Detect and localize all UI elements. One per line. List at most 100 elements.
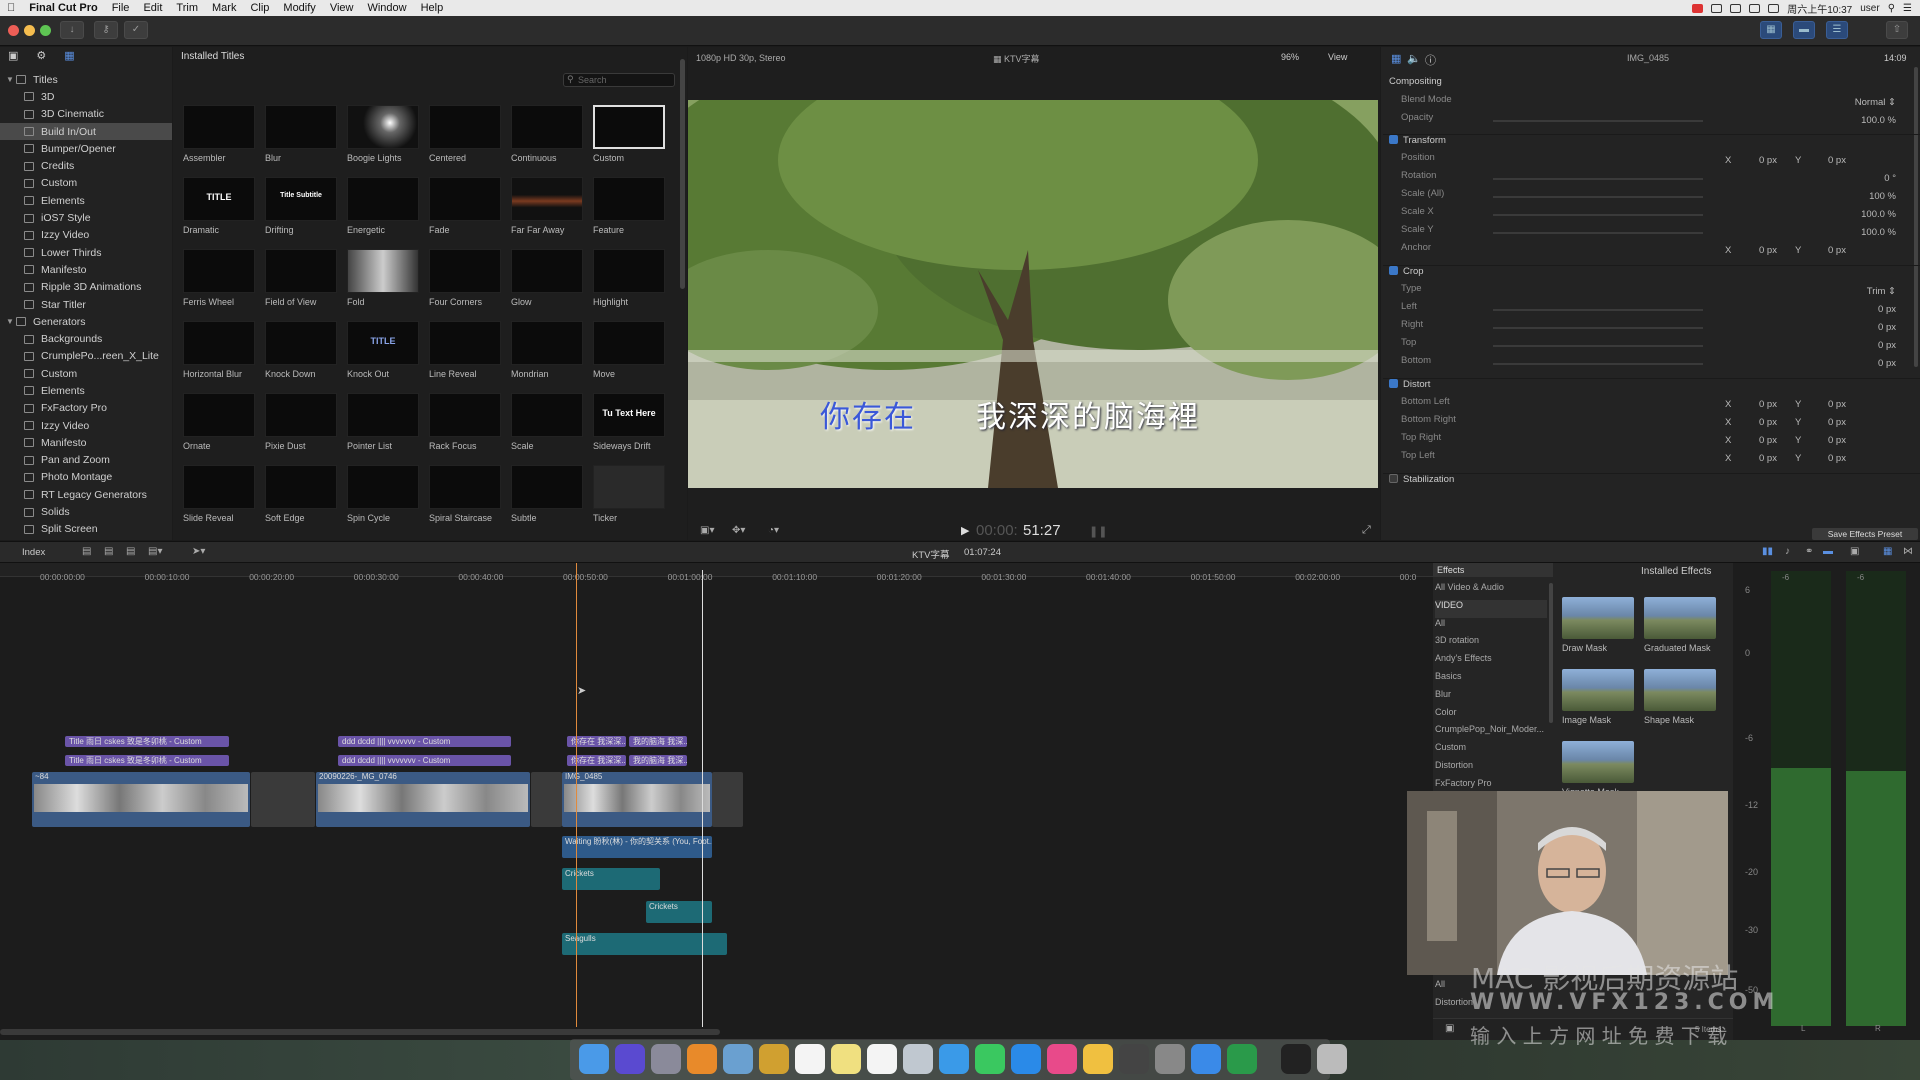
sidebar-item[interactable]: Star Titler [0, 296, 172, 313]
title-clip[interactable]: 我的脑海 我深... [629, 736, 687, 747]
notification-icon[interactable]: ☰ [1903, 3, 1912, 14]
effect-thumbnail[interactable] [1562, 597, 1634, 639]
title-thumbnail[interactable] [593, 321, 665, 365]
inspector-slider[interactable] [1493, 196, 1703, 198]
effects-category[interactable]: VIDEO [1435, 599, 1547, 618]
sidebar-group[interactable]: ▼ Generators [0, 313, 172, 330]
titles-generators-icon[interactable]: ▦ [64, 49, 74, 62]
sidebar-item[interactable]: Build In/Out [0, 122, 172, 141]
select-tool-icon[interactable]: ➤▾ [192, 546, 205, 557]
inspector-section[interactable]: Compositing [1383, 76, 1920, 94]
inspector-value[interactable]: Normal ⇕ [1855, 97, 1896, 108]
menu-mark[interactable]: Mark [205, 2, 243, 14]
transform-tool-icon[interactable]: ✥▾ [732, 525, 745, 536]
effects-category[interactable]: All [1435, 979, 1445, 997]
inspector-row[interactable]: Type Trim ⇕ [1383, 283, 1920, 301]
sidebar-item[interactable]: Lower Thirds [0, 244, 172, 261]
enhance-icon[interactable]: ◔▾ [768, 525, 779, 536]
spotlight-icon[interactable]: ⚲ [1888, 3, 1895, 14]
title-thumbnail[interactable] [593, 177, 665, 221]
sidebar-item[interactable]: RT Legacy Generators [0, 486, 172, 503]
effects-category[interactable]: All Video & Audio [1435, 582, 1547, 600]
section-checkbox[interactable] [1389, 135, 1398, 144]
title-thumbnail[interactable] [183, 249, 255, 293]
overwrite-clip-icon[interactable]: ▤▾ [148, 546, 162, 557]
minimize-window-icon[interactable] [24, 25, 35, 36]
inspector-row[interactable]: Anchor X 0 px Y 0 px [1383, 242, 1920, 260]
headphones-icon[interactable]: ⚭ [1805, 546, 1813, 557]
transitions-browser-icon[interactable]: ⋈ [1903, 546, 1913, 557]
audio-inspector-icon[interactable]: 🔈 [1407, 52, 1421, 65]
import-icon[interactable]: ↓ [60, 21, 84, 39]
inspector-value[interactable]: 0 px [1878, 304, 1896, 315]
inspector-value[interactable]: 100.0 % [1861, 115, 1896, 126]
sidebar-item[interactable]: Backgrounds [0, 330, 172, 347]
append-clip-icon[interactable]: ▤ [126, 546, 135, 557]
view-options-icon[interactable]: ▣▾ [700, 525, 714, 536]
sidebar-item[interactable]: Solids [0, 503, 172, 520]
sidebar-item[interactable]: Manifesto [0, 261, 172, 278]
gap-clip[interactable] [712, 772, 743, 827]
title-clip[interactable]: 我的脑海 我深... [629, 755, 687, 766]
effects-category[interactable]: Andy's Effects [1435, 653, 1547, 671]
title-thumbnail[interactable] [511, 465, 583, 509]
video-clip[interactable]: ~84 [32, 772, 250, 827]
title-thumbnail[interactable] [265, 393, 337, 437]
solo-icon[interactable]: ♪ [1785, 546, 1790, 557]
apple-icon[interactable]:  [0, 2, 22, 14]
timeline-scrollbar[interactable] [0, 1029, 720, 1035]
menu-clip[interactable]: Clip [243, 2, 276, 14]
effects-title-menu[interactable]: Installed Effects [1641, 566, 1711, 577]
inspector-y-value[interactable]: 0 px [1828, 453, 1846, 464]
inspector-section[interactable]: Stabilization [1383, 473, 1920, 491]
connect-clip-icon[interactable]: ▤ [82, 546, 91, 557]
wifi-icon[interactable] [1730, 3, 1742, 13]
title-thumbnail[interactable] [347, 177, 419, 221]
finder-icon[interactable] [579, 1044, 609, 1074]
play-icon[interactable]: ▶ [961, 524, 969, 537]
sidebar-item[interactable]: Manifesto [0, 434, 172, 451]
stickies-icon[interactable] [831, 1044, 861, 1074]
inspector-value[interactable]: 0 ° [1884, 173, 1896, 184]
menu-trim[interactable]: Trim [169, 2, 205, 14]
inspector-row[interactable]: Scale (All) 100 % [1383, 188, 1920, 206]
sidebar-item[interactable]: Ripple 3D Animations [0, 279, 172, 296]
photos-icon[interactable]: ⚙ [36, 49, 46, 62]
inspector-row[interactable]: Opacity 100.0 % [1383, 112, 1920, 130]
launchpad-icon[interactable] [651, 1044, 681, 1074]
sidebar-item[interactable]: Izzy Video [0, 227, 172, 244]
inspector-x-value[interactable]: 0 px [1759, 435, 1777, 446]
title-clip[interactable]: ddd dcdd |||| vvvvvvv - Custom [338, 755, 511, 766]
effects-category[interactable]: Color [1435, 707, 1547, 725]
inspector-value[interactable]: 0 px [1878, 340, 1896, 351]
save-effects-preset-button[interactable]: Save Effects Preset [1812, 528, 1918, 540]
view-menu[interactable]: View [1328, 52, 1347, 62]
safari-icon[interactable] [1191, 1044, 1221, 1074]
effects-category[interactable]: CrumplePop_Noir_Moder... [1435, 724, 1547, 742]
audio-meter-icon[interactable]: ❚❚ [1089, 525, 1107, 538]
info-inspector-icon[interactable]: ⓘ [1425, 52, 1436, 68]
title-thumbnail[interactable] [265, 105, 337, 149]
inspector-row[interactable]: Position X 0 px Y 0 px [1383, 152, 1920, 170]
zoom-window-icon[interactable] [40, 25, 51, 36]
share-icon[interactable]: ⇧ [1886, 21, 1908, 39]
books-icon[interactable] [687, 1044, 717, 1074]
inspector-x-value[interactable]: 0 px [1759, 155, 1777, 166]
menu-help[interactable]: Help [414, 2, 451, 14]
inspector-x-value[interactable]: 0 px [1759, 453, 1777, 464]
effect-thumbnail[interactable] [1644, 669, 1716, 711]
inspector-row[interactable]: Right 0 px [1383, 319, 1920, 337]
fullscreen-icon[interactable]: ⤢ [1362, 524, 1371, 537]
index-button[interactable]: Index [22, 547, 45, 558]
effects-category[interactable]: Custom [1435, 742, 1547, 760]
sidebar-item[interactable]: CrumplePo...reen_X_Lite [0, 348, 172, 365]
inspector-row[interactable]: Left 0 px [1383, 301, 1920, 319]
effects-category[interactable]: All [1435, 618, 1547, 636]
reminders-icon[interactable] [867, 1044, 897, 1074]
inspector-row[interactable]: Bottom Right X 0 px Y 0 px [1383, 414, 1920, 432]
effects-category[interactable]: Basics [1435, 671, 1547, 689]
close-window-icon[interactable] [8, 25, 19, 36]
section-checkbox[interactable] [1389, 379, 1398, 388]
sidebar-item[interactable]: Elements [0, 192, 172, 209]
inspector-value[interactable]: 0 px [1878, 358, 1896, 369]
